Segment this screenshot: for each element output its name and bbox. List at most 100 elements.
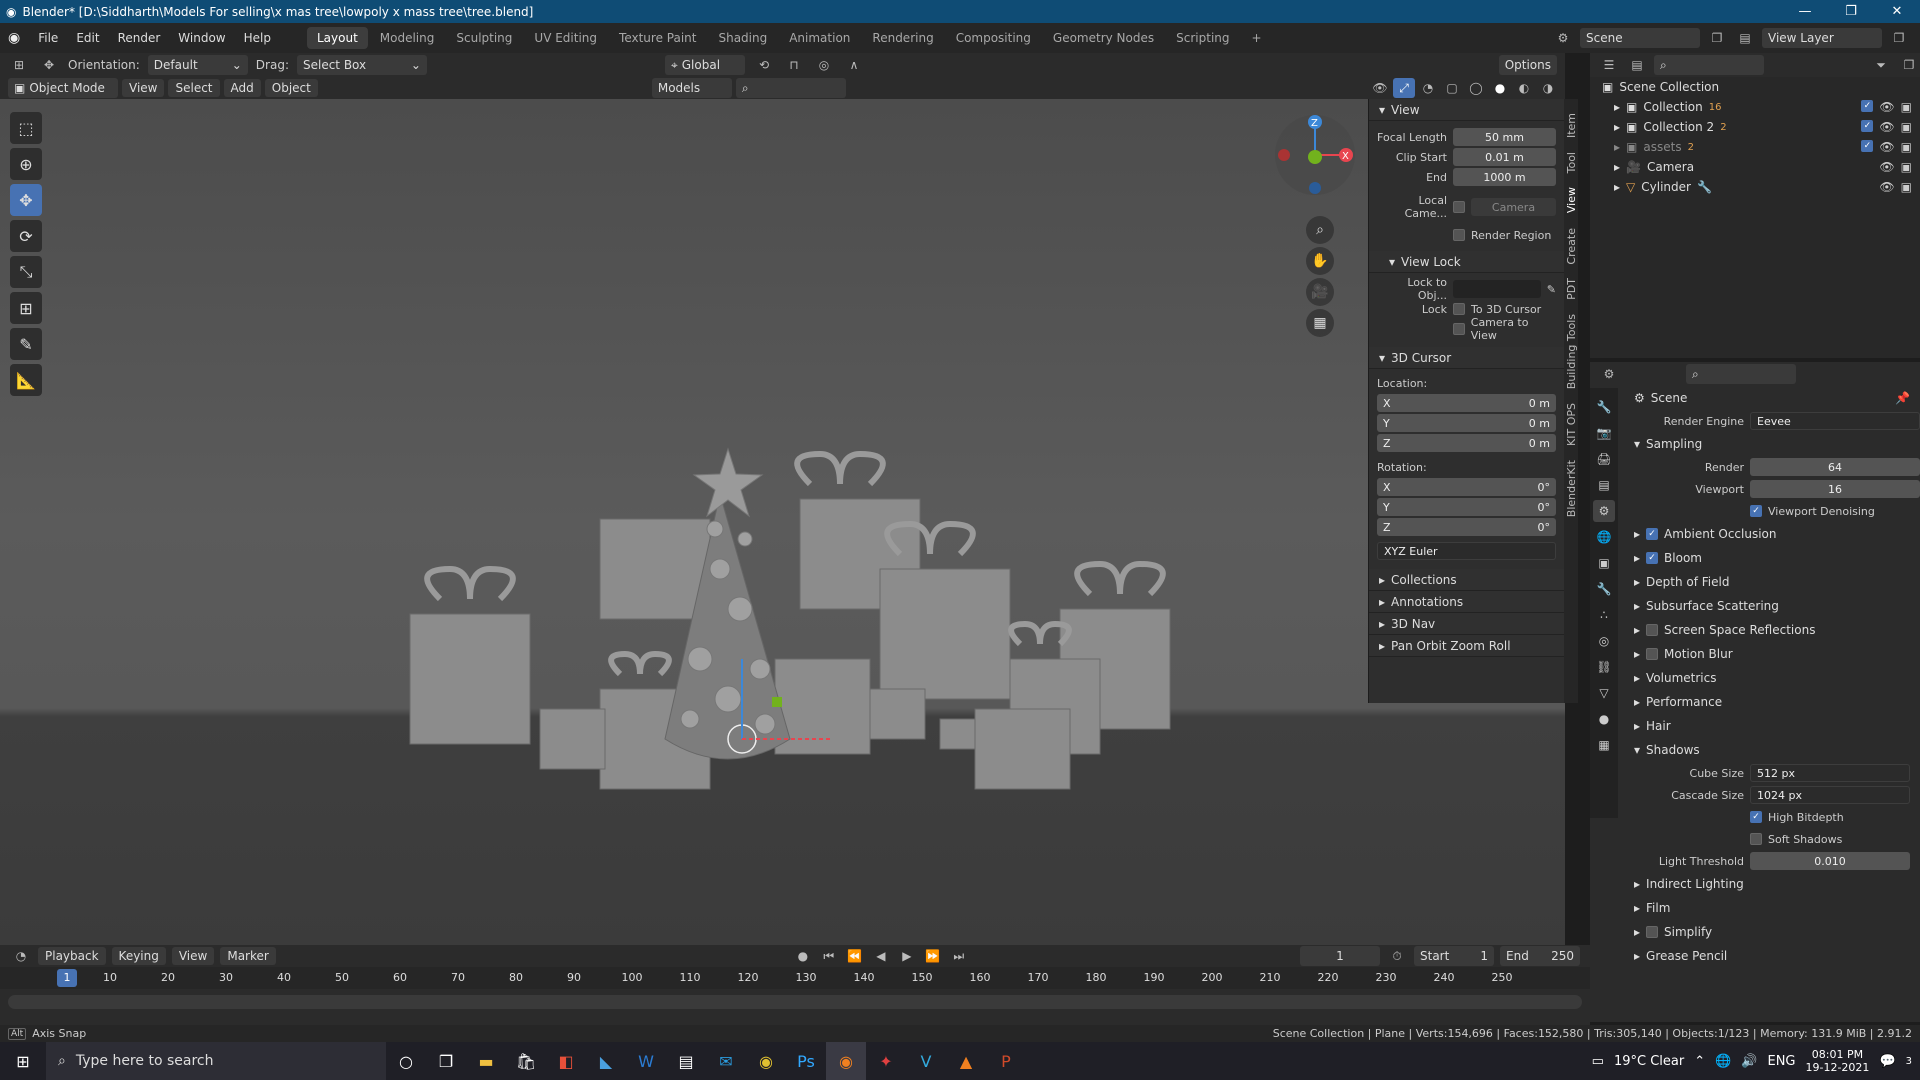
camera-icon[interactable]: ▣ bbox=[1901, 160, 1912, 174]
blender-menu-icon[interactable]: ◉ bbox=[8, 30, 20, 46]
vlc-icon[interactable]: ▲ bbox=[946, 1042, 986, 1080]
jump-end-icon[interactable]: ⏭ bbox=[948, 946, 970, 966]
filter-icon[interactable]: ⏷ bbox=[1870, 55, 1892, 75]
menu-view[interactable]: View bbox=[122, 79, 165, 97]
play-reverse-icon[interactable]: ◀ bbox=[870, 946, 892, 966]
location-y-field[interactable]: Y 0 m bbox=[1377, 414, 1556, 432]
clock[interactable]: 08:01 PM 19-12-2021 bbox=[1806, 1048, 1870, 1074]
tab-geometry-nodes[interactable]: Geometry Nodes bbox=[1043, 27, 1164, 49]
tab-blenderkit[interactable]: BlenderKit bbox=[1565, 456, 1578, 521]
section-row[interactable]: ▸ Simplify bbox=[1624, 920, 1920, 944]
select-box-icon[interactable]: ⬚ bbox=[10, 112, 42, 144]
language-indicator[interactable]: ENG bbox=[1767, 1054, 1795, 1069]
tab-texture-paint[interactable]: Texture Paint bbox=[609, 27, 706, 49]
timeline-scrollbar[interactable] bbox=[8, 995, 1582, 1009]
windows-start-icon[interactable]: ⊞ bbox=[0, 1042, 46, 1080]
office-icon[interactable]: ◧ bbox=[546, 1042, 586, 1080]
outliner-item-camera[interactable]: ▸ 🎥 Camera 👁 ▣ bbox=[1590, 157, 1920, 177]
grid-ortho-icon[interactable]: ▦ bbox=[1306, 309, 1334, 337]
section-row[interactable]: ▸ Subsurface Scattering bbox=[1624, 594, 1920, 618]
viewport-denoising-checkbox[interactable]: ✓ bbox=[1750, 505, 1762, 517]
current-frame-field[interactable]: 1 bbox=[1300, 946, 1380, 966]
outliner-root[interactable]: ▣ Scene Collection bbox=[1590, 77, 1920, 97]
render-engine-dropdown[interactable]: Eevee bbox=[1750, 412, 1920, 430]
clip-start-field[interactable]: 0.01 m bbox=[1453, 148, 1556, 166]
material-tab-icon[interactable]: ● bbox=[1593, 708, 1615, 730]
taskbar-search-box[interactable]: ⌕ Type here to search bbox=[46, 1042, 386, 1080]
to-3d-cursor-checkbox[interactable] bbox=[1453, 303, 1465, 315]
camera-view-icon[interactable]: 🎥 bbox=[1306, 278, 1334, 306]
jump-start-icon[interactable]: ⏮ bbox=[818, 946, 840, 966]
navigation-gizmo[interactable]: Z X ⌕ ✋ 🎥 ▦ bbox=[1270, 110, 1370, 337]
outliner-item-assets[interactable]: ▸ ▣ assets 2 ✓ 👁 ▣ bbox=[1590, 137, 1920, 157]
volume-icon[interactable]: 🔊 bbox=[1741, 1054, 1757, 1069]
sampling-section[interactable]: ▾ Sampling bbox=[1624, 432, 1920, 456]
tab-pdt[interactable]: PDT bbox=[1565, 274, 1578, 304]
section-row[interactable]: ▸ Volumetrics bbox=[1624, 666, 1920, 690]
output-tab-icon[interactable]: 🖨 bbox=[1593, 448, 1615, 470]
eyedropper-icon[interactable]: ✎ bbox=[1547, 283, 1556, 296]
view-layer-tab-icon[interactable]: ▤ bbox=[1593, 474, 1615, 496]
close-button[interactable]: ✕ bbox=[1874, 4, 1920, 19]
material-shading-icon[interactable]: ◐ bbox=[1513, 78, 1535, 98]
stopwatch-icon[interactable]: ⏱ bbox=[1386, 946, 1408, 966]
exclude-checkbox[interactable]: ✓ bbox=[1861, 100, 1874, 112]
section-row[interactable]: ▸ Indirect Lighting bbox=[1624, 872, 1920, 896]
world-tab-icon[interactable]: 🌐 bbox=[1593, 526, 1615, 548]
high-bitdepth-checkbox[interactable]: ✓ bbox=[1750, 811, 1762, 823]
new-collection-icon[interactable]: ❐ bbox=[1898, 55, 1920, 75]
task-view-icon[interactable]: ❐ bbox=[426, 1042, 466, 1080]
store-icon[interactable]: 🛍 bbox=[506, 1042, 546, 1080]
transform-orientation-dropdown[interactable]: ⌖ Global bbox=[664, 55, 745, 75]
section-row[interactable]: ▸ ✓ Bloom bbox=[1624, 546, 1920, 570]
tab-animation[interactable]: Animation bbox=[779, 27, 860, 49]
section-checkbox[interactable]: ✓ bbox=[1646, 552, 1659, 564]
tab-create[interactable]: Create bbox=[1565, 224, 1578, 269]
view-lock-header[interactable]: ▾ View Lock bbox=[1369, 251, 1564, 273]
view-section-header[interactable]: ▾ View bbox=[1369, 99, 1564, 121]
tab-compositing[interactable]: Compositing bbox=[946, 27, 1041, 49]
powerpoint-icon[interactable]: P bbox=[986, 1042, 1026, 1080]
tab-shading[interactable]: Shading bbox=[708, 27, 777, 49]
axis-gizmo[interactable]: Z X bbox=[1270, 110, 1370, 210]
section-row[interactable]: ▸ Performance bbox=[1624, 690, 1920, 714]
weather-icon[interactable]: ▭ bbox=[1592, 1054, 1604, 1069]
constraints-tab-icon[interactable]: ⛓ bbox=[1593, 656, 1615, 678]
gizmo-icon[interactable]: ⤢ bbox=[1393, 78, 1415, 98]
move-tool-icon[interactable]: ✥ bbox=[38, 55, 60, 75]
location-z-field[interactable]: Z 0 m bbox=[1377, 434, 1556, 452]
tab-item[interactable]: Item bbox=[1565, 109, 1578, 142]
frame-ruler[interactable]: 1 10 20 30 40 50 60 70 80 90 100 110 120 130 140 150 16… bbox=[0, 967, 1590, 989]
rotation-x-field[interactable]: X 0° bbox=[1377, 478, 1556, 496]
clock-icon[interactable]: ◔ bbox=[10, 946, 32, 966]
pan-orbit-section[interactable]: ▸ Pan Orbit Zoom Roll bbox=[1369, 635, 1564, 657]
3d-cursor-header[interactable]: ▾ 3D Cursor bbox=[1369, 347, 1564, 369]
zoom-icon[interactable]: ⌕ bbox=[1306, 216, 1334, 244]
soft-shadows-checkbox[interactable] bbox=[1750, 833, 1762, 845]
rotation-z-field[interactable]: Z 0° bbox=[1377, 518, 1556, 536]
tab-rendering[interactable]: Rendering bbox=[862, 27, 943, 49]
menu-file[interactable]: File bbox=[30, 28, 66, 48]
scale-icon[interactable]: ⤡ bbox=[10, 256, 42, 288]
app-icon[interactable]: V bbox=[906, 1042, 946, 1080]
render-region-checkbox[interactable] bbox=[1453, 229, 1465, 241]
menu-render[interactable]: Render bbox=[110, 28, 169, 48]
rotation-y-field[interactable]: Y 0° bbox=[1377, 498, 1556, 516]
tab-building-tools[interactable]: Building Tools bbox=[1565, 310, 1578, 393]
network-icon[interactable]: 🌐 bbox=[1715, 1054, 1731, 1069]
menu-marker[interactable]: Marker bbox=[220, 947, 276, 965]
pin-icon[interactable]: 📌 bbox=[1895, 391, 1920, 405]
eye-icon[interactable]: 👁 bbox=[1879, 120, 1894, 134]
section-row[interactable]: ▸ Film bbox=[1624, 896, 1920, 920]
render-samples-field[interactable]: 64 bbox=[1750, 458, 1920, 476]
app-icon[interactable]: ▤ bbox=[666, 1042, 706, 1080]
cascade-size-dropdown[interactable]: 1024 px bbox=[1750, 786, 1910, 804]
cube-size-dropdown[interactable]: 512 px bbox=[1750, 764, 1910, 782]
render-tab-icon[interactable]: 📷 bbox=[1593, 422, 1615, 444]
view-layer-icon[interactable]: ▤ bbox=[1734, 28, 1756, 48]
wireframe-shading-icon[interactable]: ◯ bbox=[1465, 78, 1487, 98]
display-mode-icon[interactable]: ☰ bbox=[1598, 55, 1620, 75]
tab-tool[interactable]: Tool bbox=[1565, 148, 1578, 177]
xray-icon[interactable]: ▢ bbox=[1441, 78, 1463, 98]
solid-shading-icon[interactable]: ● bbox=[1489, 78, 1511, 98]
